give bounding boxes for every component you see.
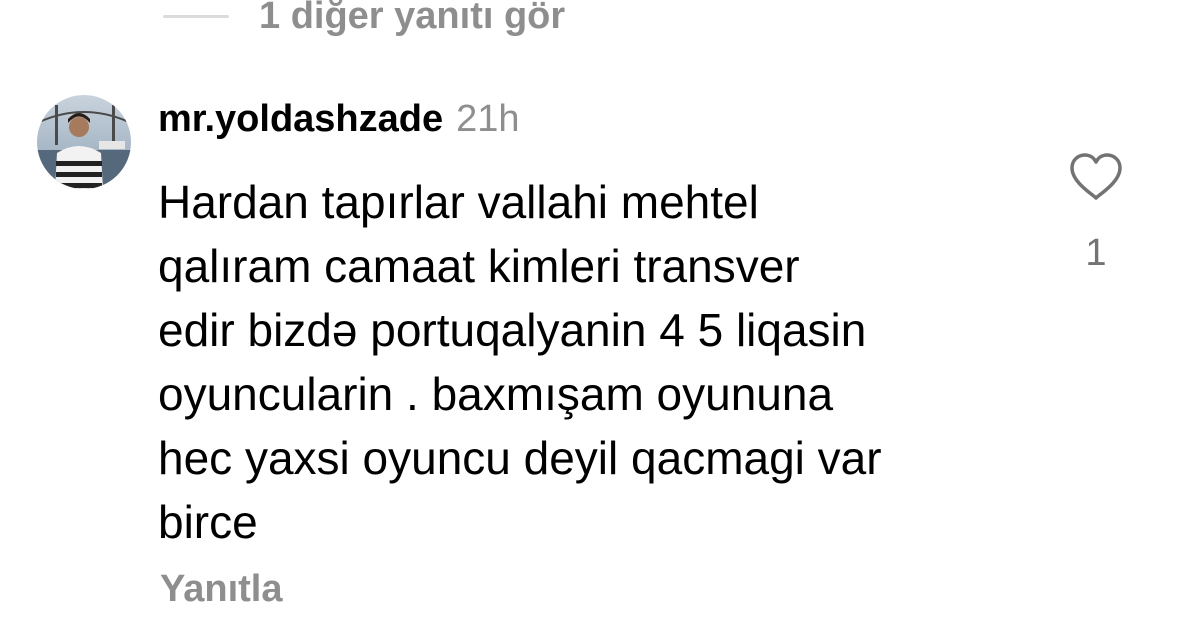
reply-button[interactable]: Yanıtla (160, 568, 283, 611)
comment-text-line: edir bizdə portuqalyanin 4 5 liqasin (158, 304, 867, 356)
user-avatar-photo-icon (37, 95, 131, 189)
comment-username[interactable]: mr.yoldashzade (158, 98, 443, 141)
avatar[interactable] (37, 95, 131, 189)
comment-text-line: oyuncularin . baxmışam oyununa (158, 368, 834, 420)
comment-text-line: qalıram camaat kimleri transver (158, 240, 800, 292)
heart-outline-icon (1070, 153, 1122, 200)
comment-timestamp: 21h (456, 98, 520, 140)
like-button[interactable] (1068, 152, 1124, 202)
comment-text: Hardan tapırlar vallahi mehtel qalıram c… (158, 170, 1038, 554)
comment-header: mr.yoldashzade 21h (158, 98, 520, 150)
view-more-replies-label: 1 diğer yanıtı gör (259, 0, 566, 37)
like-count: 1 (1085, 232, 1107, 274)
view-more-replies-button[interactable]: 1 diğer yanıtı gör (163, 0, 565, 46)
replies-divider (163, 14, 229, 18)
comment-text-line: Hardan tapırlar vallahi mehtel (158, 176, 759, 228)
comment-text-line: hec yaxsi oyuncu deyil qacmagi var (158, 432, 882, 484)
comment-text-line: birce (158, 496, 258, 548)
